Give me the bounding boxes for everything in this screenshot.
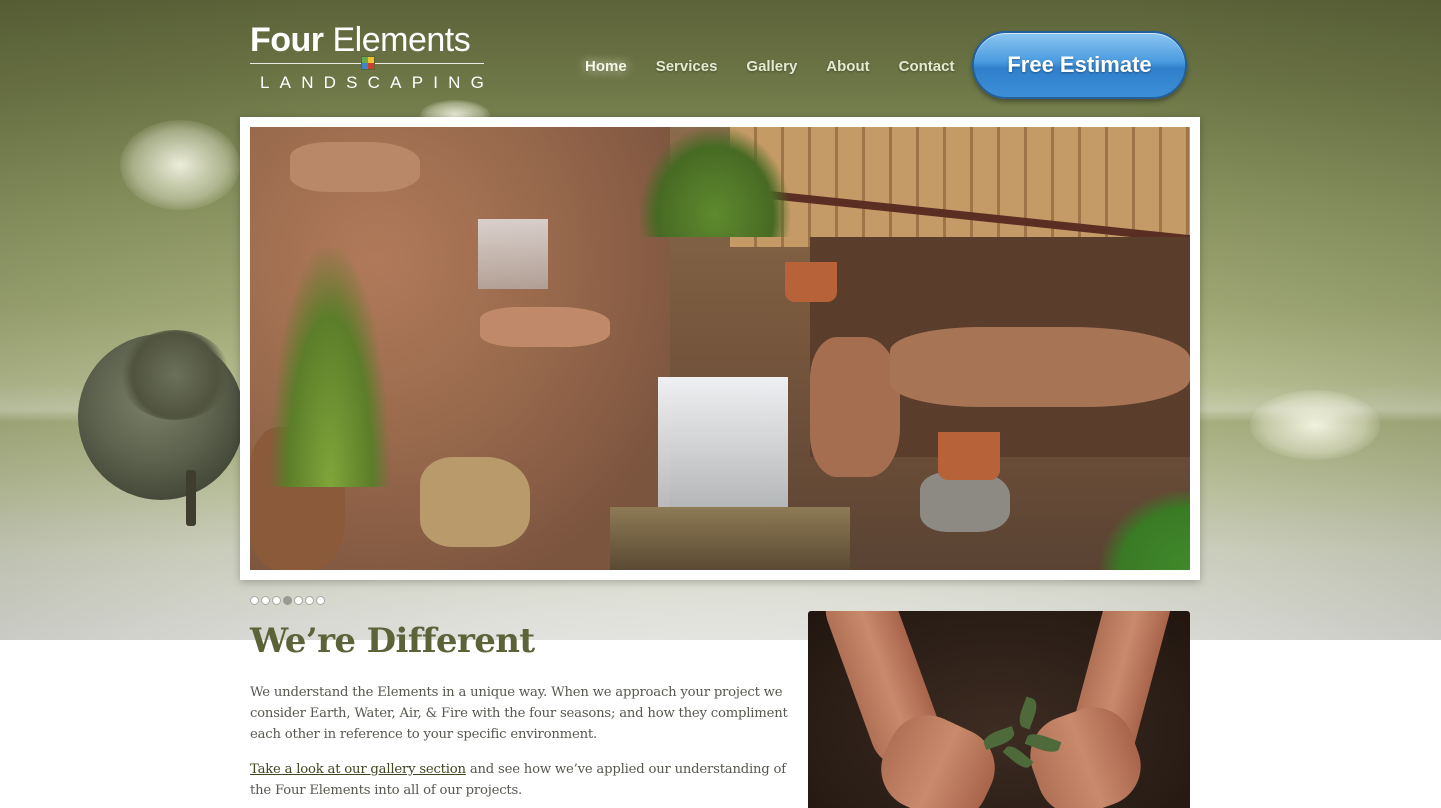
waterfall-graphic [478,219,548,289]
rock-graphic [420,457,530,547]
planting-hands-image [808,611,1190,808]
rock-graphic [290,142,420,192]
rock-graphic [480,307,610,347]
image-slider [240,117,1200,580]
nav-home[interactable]: Home [585,58,627,80]
main-content: We’re Different We understand the Elemen… [250,618,795,801]
flower-pot-graphic [938,432,1000,480]
cloud-decoration [120,120,240,210]
logo-wordmark: Four Elements [250,22,486,58]
logo-four-squares-icon [361,56,375,70]
rock-graphic [890,327,1190,407]
rock-graphic [810,337,900,477]
gallery-link[interactable]: Take a look at our gallery section [250,762,466,777]
seedling-graphic [1016,696,1040,730]
logo-word-four: Four [250,21,324,59]
tree-trunk-decoration [186,470,196,526]
slider-dot[interactable] [250,596,259,605]
main-nav: Home Services Gallery About Contact [585,58,983,80]
pond-graphic [610,507,850,570]
grass-graphic [270,247,390,487]
flower-pot-graphic [785,262,837,302]
free-estimate-button[interactable]: Free Estimate [972,31,1187,99]
cloud-decoration [1250,390,1380,460]
nav-gallery[interactable]: Gallery [746,58,797,80]
slider-dot[interactable] [283,596,292,605]
slider-dot[interactable] [316,596,325,605]
tree-decoration [120,330,230,420]
gallery-paragraph: Take a look at our gallery section and s… [250,759,795,801]
nav-contact[interactable]: Contact [899,58,955,80]
slider-dot[interactable] [294,596,303,605]
slider-dot[interactable] [305,596,314,605]
slider-pagination [250,596,325,605]
slider-dot[interactable] [272,596,281,605]
seedling-graphic [1002,742,1034,772]
slider-dot[interactable] [261,596,270,605]
lawn-graphic [1100,490,1190,570]
nav-services[interactable]: Services [656,58,718,80]
slide-image-waterfall[interactable] [250,127,1190,570]
grass-graphic [640,127,790,237]
section-heading: We’re Different [250,621,535,661]
logo-word-elements: Elements [332,21,471,59]
logo-subtitle: LANDSCAPING [260,73,495,92]
intro-paragraph: We understand the Elements in a unique w… [250,685,788,742]
rock-graphic [920,472,1010,532]
site-logo[interactable]: Four Elements LANDSCAPING [250,22,486,94]
nav-about[interactable]: About [826,58,869,80]
